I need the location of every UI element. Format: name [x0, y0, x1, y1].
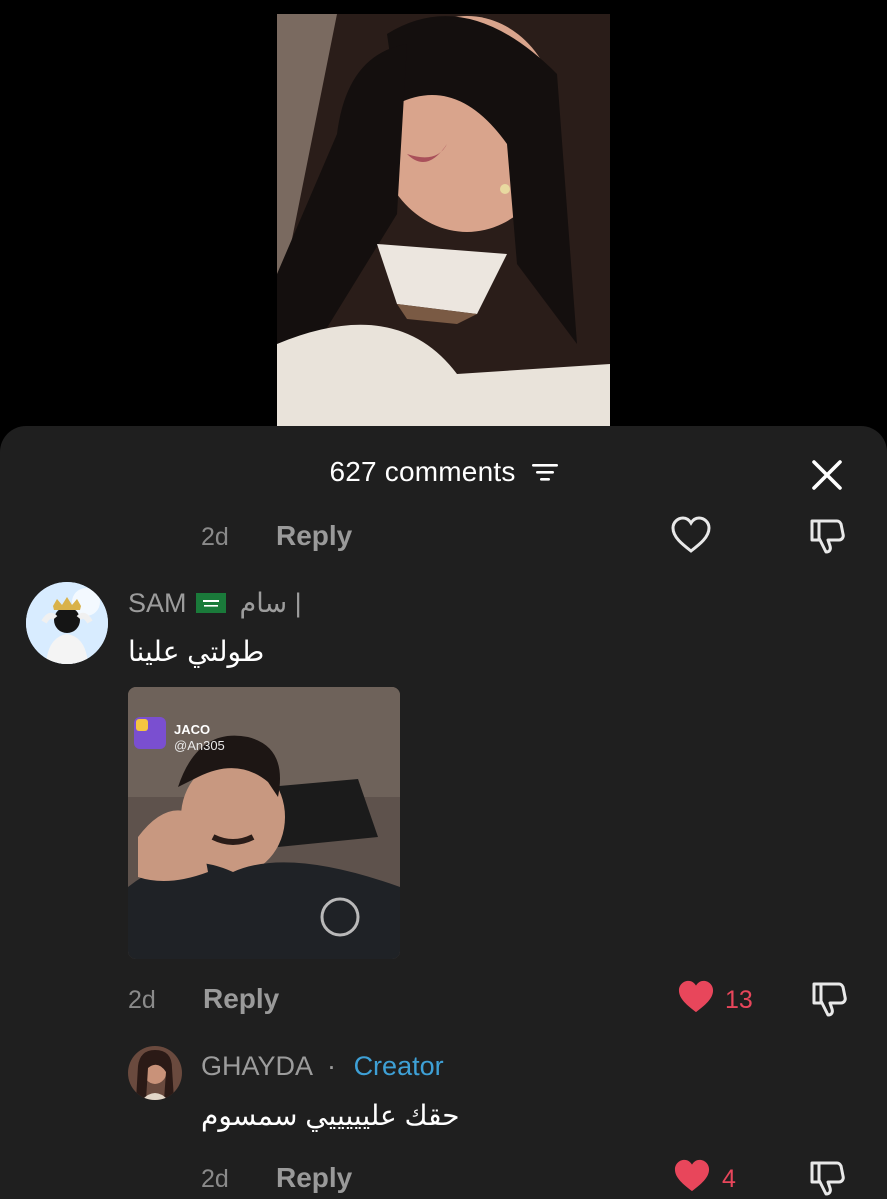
comments-header: 627 comments — [0, 426, 887, 516]
avatar[interactable] — [26, 582, 108, 664]
like-count: 4 — [722, 1165, 736, 1193]
comment-text: طولتي علينا — [128, 636, 265, 667]
video-player[interactable] — [0, 0, 887, 440]
comments-sheet: 627 comments 2d Reply SAM | سام طولتي عل… — [0, 426, 887, 1199]
video-portrait-image — [277, 14, 610, 426]
reply-button[interactable]: Reply — [276, 1162, 352, 1194]
username-suffix: | سام — [239, 588, 302, 618]
comment-time: 2d — [128, 986, 156, 1014]
comments-count-title[interactable]: 627 comments — [0, 456, 887, 490]
comment-time: 2d — [201, 1165, 229, 1193]
saudi-flag-icon — [196, 593, 227, 613]
reply-button[interactable]: Reply — [276, 520, 352, 552]
creator-badge: Creator — [353, 1051, 444, 1081]
dislike-icon[interactable] — [810, 979, 850, 1024]
dislike-icon[interactable] — [808, 1158, 848, 1199]
video-thumbnail[interactable] — [277, 14, 610, 426]
attachment-watermark-name: JACO — [174, 722, 211, 737]
dislike-icon[interactable] — [808, 516, 848, 561]
comment-attachment-image[interactable]: JACO @An305 — [128, 687, 400, 959]
comment-username[interactable]: SAM | سام — [128, 588, 302, 619]
username-separator: · — [327, 1051, 337, 1081]
like-heart-filled-icon[interactable] — [676, 979, 716, 1020]
reply-button[interactable]: Reply — [203, 983, 279, 1015]
attachment-photo — [128, 687, 400, 959]
comment-text: حقك عليييييي سمسوم — [201, 1100, 460, 1131]
like-heart-icon[interactable] — [670, 516, 712, 559]
username-label: SAM — [128, 588, 187, 618]
comment-username[interactable]: GHAYDA · Creator — [201, 1051, 444, 1082]
username-label: GHAYDA — [201, 1051, 312, 1081]
avatar[interactable] — [128, 1046, 182, 1100]
filter-icon[interactable] — [531, 458, 558, 490]
attachment-watermark-handle: @An305 — [174, 738, 225, 753]
like-count: 13 — [725, 986, 753, 1014]
like-heart-filled-icon[interactable] — [672, 1158, 712, 1199]
comment-time: 2d — [201, 523, 229, 551]
comments-count-label: 627 comments — [329, 456, 516, 487]
close-icon[interactable] — [806, 454, 848, 496]
